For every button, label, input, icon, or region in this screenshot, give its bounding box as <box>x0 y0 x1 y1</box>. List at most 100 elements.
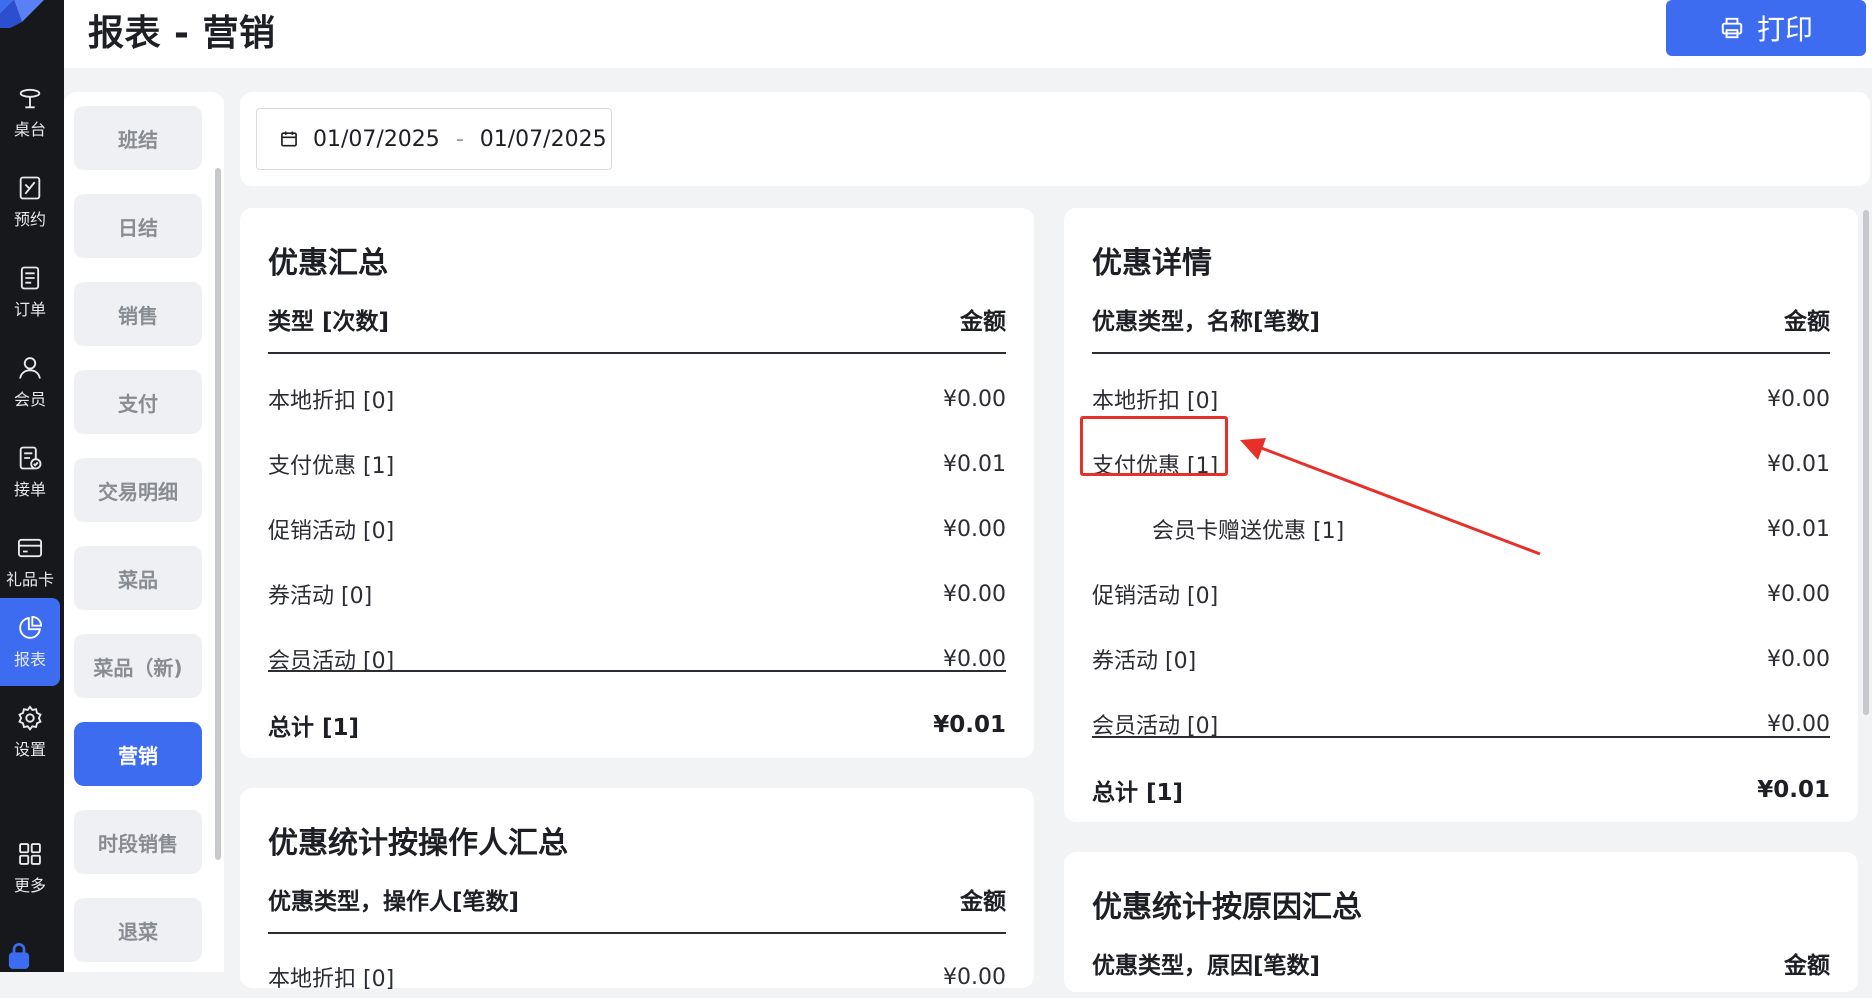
date-end: 01/07/2025 <box>479 126 607 152</box>
submenu-item-payment[interactable]: 支付 <box>74 370 202 434</box>
total-divider <box>1092 736 1830 738</box>
total-amount: ¥0.01 <box>933 712 1006 738</box>
table-row: 促销活动 [0] ¥0.00 <box>268 509 1006 549</box>
column-header-type: 优惠类型，操作人[笔数] <box>268 889 520 915</box>
total-row: 总计 [1] ¥0.01 <box>1092 770 1830 810</box>
card-title: 优惠统计按操作人汇总 <box>268 826 568 861</box>
row-amount: ¥0.01 <box>1767 451 1830 477</box>
nav-item-more[interactable]: 更多 <box>0 824 60 912</box>
row-name: 券活动 [0] <box>268 584 373 609</box>
report-icon <box>19 615 43 639</box>
row-amount: ¥0.00 <box>1767 711 1830 737</box>
submenu-item-shift[interactable]: 班结 <box>74 106 202 170</box>
nav-item-label: 桌台 <box>13 120 46 139</box>
submenu-item-daily[interactable]: 日结 <box>74 194 202 258</box>
row-amount: ¥0.00 <box>1767 386 1830 412</box>
row-name: 券活动 [0] <box>1092 649 1197 674</box>
column-header-amount: 金额 <box>1784 953 1830 979</box>
column-header-type: 类型 [次数] <box>268 309 390 335</box>
accept-order-icon <box>19 446 42 470</box>
date-separator: - <box>455 126 464 152</box>
row-amount: ¥0.00 <box>943 516 1006 542</box>
submenu-scrollbar[interactable] <box>215 168 221 860</box>
submenu-item-sales[interactable]: 销售 <box>74 282 202 346</box>
row-amount: ¥0.00 <box>1767 646 1830 672</box>
table-row: 会员活动 [0] ¥0.00 <box>1092 704 1830 744</box>
column-header-amount: 金额 <box>960 889 1006 915</box>
app-logo-icon <box>0 0 44 28</box>
column-header-amount: 金额 <box>960 309 1006 335</box>
member-icon <box>19 357 41 379</box>
submenu-item-returns[interactable]: 退菜 <box>74 898 202 962</box>
nav-item-label: 报表 <box>13 650 46 669</box>
row-name: 支付优惠 [1] <box>268 454 395 479</box>
submenu-item-dishes[interactable]: 菜品 <box>74 546 202 610</box>
nav-rail: 桌台 预约 订单 会员 接单 礼品卡 报表 设置 更多 <box>0 0 64 972</box>
printer-icon <box>1721 17 1743 39</box>
order-icon <box>20 266 40 290</box>
total-label: 总计 [1] <box>268 715 360 741</box>
table-icon <box>19 88 41 109</box>
column-header-amount: 金额 <box>1784 309 1830 335</box>
table-row: 本地折扣 [0] ¥0.00 <box>1092 379 1830 419</box>
table-row: 券活动 [0] ¥0.00 <box>1092 639 1830 679</box>
submenu-item-period-sales[interactable]: 时段销售 <box>74 810 202 874</box>
table-header: 类型 [次数] 金额 <box>268 302 1006 354</box>
annotation-highlight-box <box>1080 416 1228 476</box>
nav-item-label: 会员 <box>13 390 46 409</box>
nav-item-label: 订单 <box>13 300 46 319</box>
column-header-type: 优惠类型，名称[笔数] <box>1092 309 1321 335</box>
page-header: 报表 - 营销 打印 <box>64 0 1872 68</box>
submenu-item-marketing[interactable]: 营销 <box>74 722 202 786</box>
nav-item-gift-card[interactable]: 礼品卡 <box>0 518 60 606</box>
filter-bar: 01/07/2025 - 01/07/2025 <box>240 92 1870 186</box>
total-row: 总计 [1] ¥0.01 <box>268 705 1006 745</box>
content-scrollbar[interactable] <box>1863 210 1869 715</box>
row-amount: ¥0.00 <box>943 964 1006 990</box>
nav-item-reservation[interactable]: 预约 <box>0 158 60 246</box>
nav-item-label: 设置 <box>13 740 46 759</box>
discount-summary-card: 优惠汇总 类型 [次数] 金额 本地折扣 [0] ¥0.00 支付优惠 [1] … <box>240 208 1034 758</box>
print-button[interactable]: 打印 <box>1666 0 1866 56</box>
table-header: 优惠类型，操作人[笔数] 金额 <box>268 882 1006 934</box>
table-header: 优惠类型，名称[笔数] 金额 <box>1092 302 1830 354</box>
nav-item-order[interactable]: 订单 <box>0 248 60 336</box>
nav-item-label: 礼品卡 <box>5 570 54 589</box>
row-amount: ¥0.00 <box>943 581 1006 607</box>
table-header: 优惠类型，原因[笔数] 金额 <box>1092 946 1830 998</box>
nav-item-report[interactable]: 报表 <box>0 598 60 686</box>
row-amount: ¥0.00 <box>1767 581 1830 607</box>
total-amount: ¥0.01 <box>1757 777 1830 803</box>
date-start: 01/07/2025 <box>313 126 440 152</box>
report-submenu: 班结 日结 销售 支付 交易明细 菜品 菜品（新) 营销 时段销售 退菜 <box>64 92 224 972</box>
row-name: 本地折扣 [0] <box>1092 389 1219 414</box>
nav-item-member[interactable]: 会员 <box>0 338 60 426</box>
row-name: 本地折扣 [0] <box>268 389 395 414</box>
calendar-icon <box>281 131 297 147</box>
print-button-label: 打印 <box>1756 13 1813 46</box>
lock-icon[interactable] <box>4 940 34 970</box>
nav-item-label: 接单 <box>13 480 46 499</box>
card-title: 优惠汇总 <box>268 246 388 281</box>
submenu-item-dishes-new[interactable]: 菜品（新) <box>74 634 202 698</box>
column-header-type: 优惠类型，原因[笔数] <box>1092 953 1321 979</box>
nav-item-label: 预约 <box>13 210 46 229</box>
row-name: 本地折扣 [0] <box>268 967 395 992</box>
nav-item-table[interactable]: 桌台 <box>0 68 60 156</box>
table-row: 本地折扣 [0] ¥0.00 <box>268 957 1006 997</box>
table-row: 支付优惠 [1] ¥0.01 <box>268 444 1006 484</box>
nav-item-accept-order[interactable]: 接单 <box>0 428 60 516</box>
row-amount: ¥0.00 <box>943 386 1006 412</box>
row-amount: ¥0.00 <box>943 646 1006 672</box>
nav-item-label: 更多 <box>13 876 46 895</box>
gift-card-icon <box>17 538 43 558</box>
grid-icon <box>19 843 41 865</box>
total-label: 总计 [1] <box>1092 780 1184 806</box>
table-row: 促销活动 [0] ¥0.00 <box>1092 574 1830 614</box>
discount-by-operator-card: 优惠统计按操作人汇总 优惠类型，操作人[笔数] 金额 本地折扣 [0] ¥0.0… <box>240 788 1034 992</box>
nav-item-settings[interactable]: 设置 <box>0 688 60 776</box>
table-row: 券活动 [0] ¥0.00 <box>268 574 1006 614</box>
submenu-item-transactions[interactable]: 交易明细 <box>74 458 202 522</box>
card-title: 优惠详情 <box>1092 246 1212 281</box>
date-range-picker[interactable]: 01/07/2025 - 01/07/2025 <box>256 108 612 170</box>
